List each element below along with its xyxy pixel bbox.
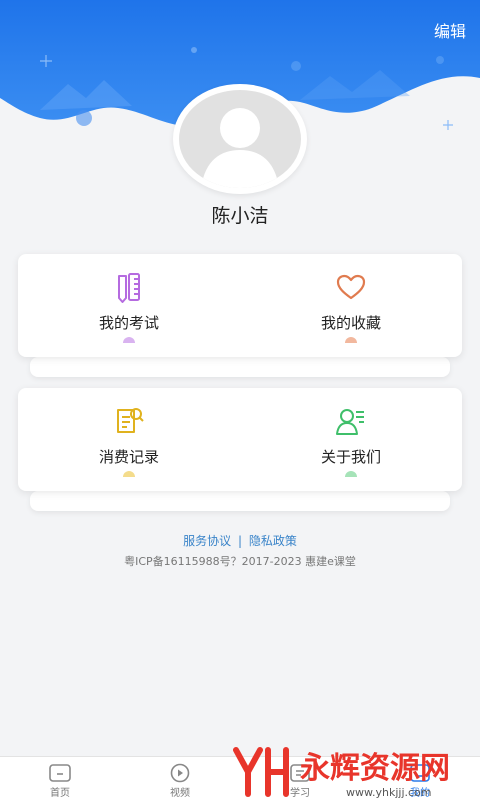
user-card-icon xyxy=(336,409,364,435)
indicator-dot xyxy=(345,471,357,477)
default-user-icon xyxy=(201,108,279,188)
avatar-placeholder xyxy=(179,90,301,188)
heart-icon xyxy=(336,274,366,300)
indicator-dot xyxy=(345,337,357,343)
indicator-dot xyxy=(123,471,135,477)
icp-record-text: 粤ICP备16115988号？2017-2023 惠建e课堂 xyxy=(124,555,356,568)
tab-home[interactable]: 首页 xyxy=(0,757,120,801)
tab-video-label: 视频 xyxy=(170,788,190,799)
tab-home-label: 首页 xyxy=(50,788,70,799)
exam-icon xyxy=(118,273,140,303)
about-us-label: 关于我们 xyxy=(320,448,381,466)
card-records-about: 消费记录 关于我们 xyxy=(18,388,462,511)
svg-text:www.yhkjjj.com: www.yhkjjj.com xyxy=(346,786,432,799)
tab-video[interactable]: 视频 xyxy=(120,757,240,801)
about-us-button[interactable]: 关于我们 xyxy=(240,388,462,491)
purchase-records-button[interactable]: 消费记录 xyxy=(18,388,240,491)
my-exams-button[interactable]: 我的考试 xyxy=(18,254,240,357)
card-stack-shadow xyxy=(30,491,450,511)
card-stack-shadow xyxy=(30,357,450,377)
footer-separator: | xyxy=(237,534,243,548)
watermark-logo: 永辉资源网 www.yhkjjj.com xyxy=(233,747,450,799)
my-favorites-label: 我的收藏 xyxy=(320,314,381,332)
purchase-records-label: 消费记录 xyxy=(98,448,159,466)
play-icon xyxy=(170,763,190,783)
card-exam-favorites: 我的考试 我的收藏 xyxy=(18,254,462,377)
service-agreement-link[interactable]: 服务协议 xyxy=(183,534,231,548)
privacy-policy-link[interactable]: 隐私政策 xyxy=(249,534,297,548)
user-name: 陈小洁 xyxy=(211,205,269,227)
edit-button[interactable]: 编辑 xyxy=(434,18,466,42)
indicator-dot xyxy=(123,337,135,343)
svg-text:永辉资源网: 永辉资源网 xyxy=(300,751,450,786)
footer-links: 服务协议 | 隐私政策 xyxy=(0,532,480,549)
avatar[interactable] xyxy=(173,84,307,194)
home-icon xyxy=(49,764,71,782)
my-exams-label: 我的考试 xyxy=(98,314,159,332)
receipt-icon xyxy=(117,408,144,433)
my-favorites-button[interactable]: 我的收藏 xyxy=(240,254,462,357)
